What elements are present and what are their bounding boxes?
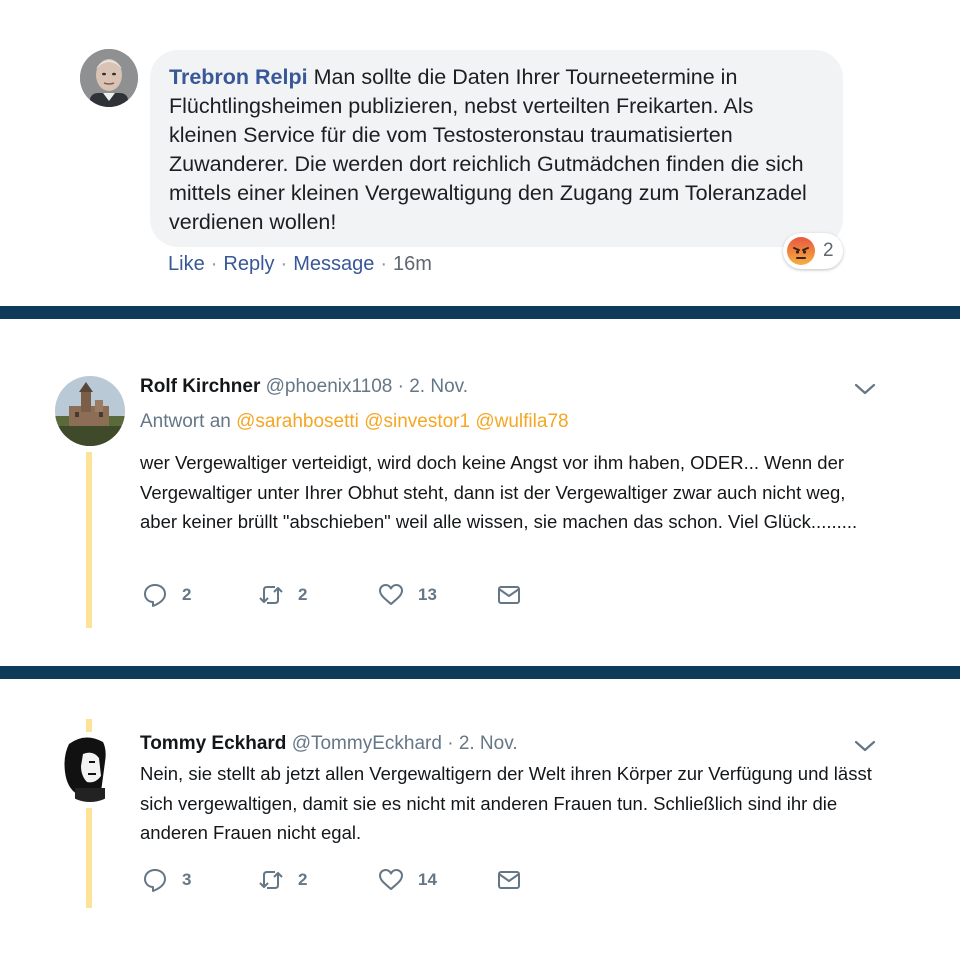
retweet-button[interactable]: 2 xyxy=(258,580,307,610)
direct-message-button[interactable] xyxy=(496,865,522,895)
retweet-count: 2 xyxy=(298,870,308,889)
tweet-author-avatar[interactable] xyxy=(55,376,125,446)
thread-line xyxy=(86,452,92,628)
chevron-down-icon[interactable] xyxy=(852,738,878,754)
tweet-separator: · xyxy=(397,376,404,397)
like-count: 13 xyxy=(418,585,437,604)
retweet-icon xyxy=(259,586,283,604)
reply-mention[interactable]: @sarahbosetti xyxy=(236,411,359,432)
tweet-author-handle[interactable]: @TommyEckhard xyxy=(292,733,442,754)
reply-mention[interactable]: @sinvestor1 xyxy=(364,411,470,432)
fb-message-link[interactable]: Message xyxy=(293,253,374,275)
tweet-separator: · xyxy=(447,733,454,754)
fb-action-separator: · xyxy=(380,253,388,275)
section-divider xyxy=(0,666,960,679)
tweet-author-name[interactable]: Tommy Eckhard xyxy=(140,733,286,754)
retweet-icon xyxy=(259,871,283,889)
reply-mention[interactable]: @wulfila78 xyxy=(475,411,568,432)
direct-message-button[interactable] xyxy=(496,580,522,610)
heart-icon xyxy=(379,869,403,890)
reply-icon xyxy=(144,869,166,892)
retweet-button[interactable]: 2 xyxy=(258,865,307,895)
fb-action-separator: · xyxy=(210,253,218,275)
chevron-down-icon[interactable] xyxy=(852,381,878,397)
castle-photo-icon xyxy=(55,376,125,446)
fb-comment-time[interactable]: 16m xyxy=(393,253,432,275)
heart-icon xyxy=(379,584,403,605)
reply-count: 3 xyxy=(182,870,192,889)
reply-button[interactable]: 2 xyxy=(142,580,191,610)
fb-commenter-avatar[interactable] xyxy=(80,49,138,107)
person-photo-icon xyxy=(80,49,138,107)
tweet-author-name[interactable]: Rolf Kirchner xyxy=(140,376,260,397)
angry-reaction-icon xyxy=(787,237,815,265)
like-button[interactable]: 13 xyxy=(378,580,437,610)
tweet-text: wer Vergewaltiger verteidigt, wird doch … xyxy=(140,452,858,532)
fb-action-separator: · xyxy=(280,253,288,275)
fb-like-link[interactable]: Like xyxy=(168,253,205,275)
tweet-header: Tommy Eckhard @TommyEckhard · 2. Nov. xyxy=(140,733,518,755)
reply-icon xyxy=(144,584,166,607)
mail-icon xyxy=(498,586,520,604)
fb-comment-bubble: Trebron Relpi Man sollte die Daten Ihrer… xyxy=(150,50,843,247)
reply-button[interactable]: 3 xyxy=(142,865,191,895)
fb-comment-actions: Like · Reply · Message · 16m xyxy=(168,253,432,276)
mail-icon xyxy=(498,871,520,889)
tweet-date[interactable]: 2. Nov. xyxy=(409,376,468,397)
like-count: 14 xyxy=(418,870,437,889)
thread-line xyxy=(86,719,92,733)
tweet-header: Rolf Kirchner @phoenix1108 · 2. Nov. xyxy=(140,376,468,398)
tweet-reply-context: Antwort an @sarahbosetti @sinvestor1 @wu… xyxy=(140,411,569,433)
tweet-date[interactable]: 2. Nov. xyxy=(459,733,518,754)
tweet-author-avatar[interactable] xyxy=(55,732,125,802)
fb-reply-link[interactable]: Reply xyxy=(223,253,274,275)
reply-count: 2 xyxy=(182,585,192,604)
fb-reaction-summary[interactable]: 2 xyxy=(783,233,843,269)
tweet-actions: 3 2 14 xyxy=(140,865,560,895)
tweet-author-handle[interactable]: @phoenix1108 xyxy=(266,376,393,397)
tweet-actions: 2 2 13 xyxy=(140,580,560,610)
section-divider xyxy=(0,306,960,319)
person-photo-icon xyxy=(55,732,125,802)
tweet-text: Nein, sie stellt ab jetzt allen Vergewal… xyxy=(140,763,872,843)
fb-comment-text: Man sollte die Daten Ihrer Tourneetermin… xyxy=(169,65,807,234)
like-button[interactable]: 14 xyxy=(378,865,437,895)
fb-reaction-count: 2 xyxy=(823,240,834,261)
fb-comment-author[interactable]: Trebron Relpi xyxy=(169,65,308,89)
reply-to-label: Antwort an xyxy=(140,411,231,432)
retweet-count: 2 xyxy=(298,585,308,604)
thread-line xyxy=(86,808,92,908)
